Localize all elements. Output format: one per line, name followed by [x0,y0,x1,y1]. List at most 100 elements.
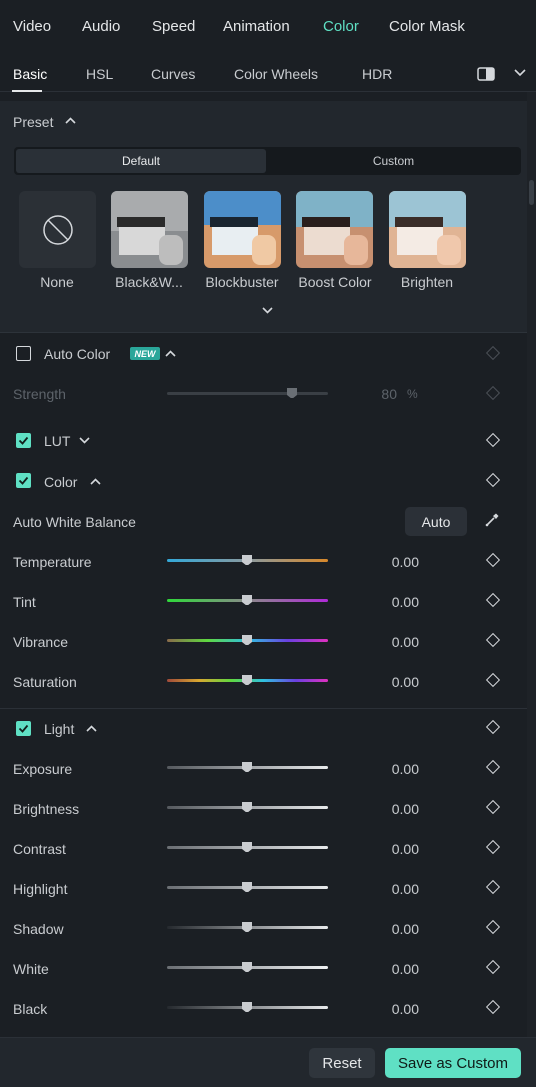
section-divider [0,708,536,709]
auto-white-balance-button[interactable]: Auto [405,507,467,536]
tab-color-mask[interactable]: Color Mask [389,18,465,35]
preset-brighten[interactable] [389,191,466,268]
keyframe-icon[interactable] [485,432,501,448]
chevron-up-icon[interactable] [86,725,97,732]
keyframe-icon[interactable] [485,999,501,1015]
saturation-label: Saturation [13,674,77,690]
save-as-custom-button[interactable]: Save as Custom [385,1048,521,1078]
segment-default[interactable]: Default [16,149,266,173]
preset-black-white[interactable] [111,191,188,268]
keyframe-icon[interactable] [485,632,501,648]
preset-none[interactable] [19,191,96,268]
vibrance-label: Vibrance [13,634,69,650]
tab-animation[interactable]: Animation [223,18,290,35]
scrollbar[interactable] [527,92,536,1037]
brightness-slider-knob[interactable] [242,802,252,812]
preset-blockbuster[interactable] [204,191,281,268]
keyframe-icon[interactable] [485,472,501,488]
brightness-label: Brightness [13,801,80,817]
keyframe-icon[interactable] [485,879,501,895]
strength-value[interactable]: 80 [337,386,397,402]
contrast-slider-knob[interactable] [242,842,252,852]
brightness-value[interactable]: 0.00 [359,801,419,817]
keyframe-icon[interactable] [485,799,501,815]
auto-color-checkbox[interactable] [16,346,31,361]
white-slider-knob[interactable] [242,962,252,972]
keyframe-icon[interactable] [485,719,501,735]
subtab-hdr[interactable]: HDR [362,66,392,82]
preset-title: Preset [13,114,54,130]
temperature-slider-knob[interactable] [242,555,252,565]
preset-label-none: None [40,274,74,290]
preset-label-brighten: Brighten [400,274,454,290]
preset-thumbnail-image [389,191,466,268]
subtab-basic[interactable]: Basic [13,66,47,82]
strength-unit: % [407,387,418,401]
chevron-down-icon[interactable] [79,437,90,444]
chevron-up-icon[interactable] [165,350,176,357]
saturation-slider-knob[interactable] [242,675,252,685]
chevron-down-icon[interactable] [514,69,526,77]
keyframe-icon[interactable] [485,552,501,568]
tint-value[interactable]: 0.00 [359,594,419,610]
highlight-value[interactable]: 0.00 [359,881,419,897]
exposure-label: Exposure [13,761,73,777]
chevron-up-icon[interactable] [65,117,76,124]
new-badge: NEW [130,347,160,360]
footer-bar: Reset Save as Custom [0,1037,536,1087]
keyframe-icon[interactable] [485,959,501,975]
keyframe-icon[interactable] [485,839,501,855]
preset-boost-color[interactable] [296,191,373,268]
subtab-hsl[interactable]: HSL [86,66,113,82]
auto-color-label: Auto Color [44,346,111,362]
exposure-value[interactable]: 0.00 [359,761,419,777]
scrollbar-thumb[interactable] [529,180,534,205]
expand-presets-chevron-icon[interactable] [262,307,273,314]
none-icon [42,214,73,245]
vibrance-value[interactable]: 0.00 [359,634,419,650]
exposure-slider-knob[interactable] [242,762,252,772]
tint-slider-knob[interactable] [242,595,252,605]
preset-segmented-control: Default Custom [14,147,521,175]
keyframe-icon[interactable] [485,592,501,608]
tab-video[interactable]: Video [13,18,51,35]
keyframe-icon [485,345,501,361]
vibrance-slider-knob[interactable] [242,635,252,645]
preset-header[interactable]: Preset [0,101,536,141]
reset-button[interactable]: Reset [309,1048,375,1078]
white-label: White [13,961,49,977]
subtab-color-wheels[interactable]: Color Wheels [234,66,318,82]
segment-custom[interactable]: Custom [268,149,519,173]
preset-label-boost: Boost Color [298,274,372,290]
tab-color[interactable]: Color [323,18,359,35]
lut-checkbox[interactable] [16,433,31,448]
tab-speed[interactable]: Speed [152,18,195,35]
keyframe-icon[interactable] [485,672,501,688]
keyframe-icon [485,385,501,401]
preset-label-blockbuster: Blockbuster [205,274,279,290]
strength-slider-knob[interactable] [287,388,297,398]
subtab-curves[interactable]: Curves [151,66,195,82]
color-checkbox[interactable] [16,473,31,488]
contrast-value[interactable]: 0.00 [359,841,419,857]
highlight-slider-knob[interactable] [242,882,252,892]
compare-view-icon[interactable] [477,67,495,81]
eyedropper-icon[interactable] [484,512,500,528]
tab-audio[interactable]: Audio [82,18,120,35]
strength-slider-track[interactable] [167,392,328,395]
keyframe-icon[interactable] [485,919,501,935]
black-slider-knob[interactable] [242,1002,252,1012]
light-checkbox[interactable] [16,721,31,736]
contrast-label: Contrast [13,841,66,857]
shadow-value[interactable]: 0.00 [359,921,419,937]
temperature-value[interactable]: 0.00 [359,554,419,570]
black-value[interactable]: 0.00 [359,1001,419,1017]
color-section-label: Color [44,474,78,490]
shadow-slider-knob[interactable] [242,922,252,932]
keyframe-icon[interactable] [485,759,501,775]
saturation-value[interactable]: 0.00 [359,674,419,690]
active-tab-underline [12,90,42,92]
checkmark-icon [18,724,29,733]
white-value[interactable]: 0.00 [359,961,419,977]
chevron-up-icon[interactable] [90,478,101,485]
